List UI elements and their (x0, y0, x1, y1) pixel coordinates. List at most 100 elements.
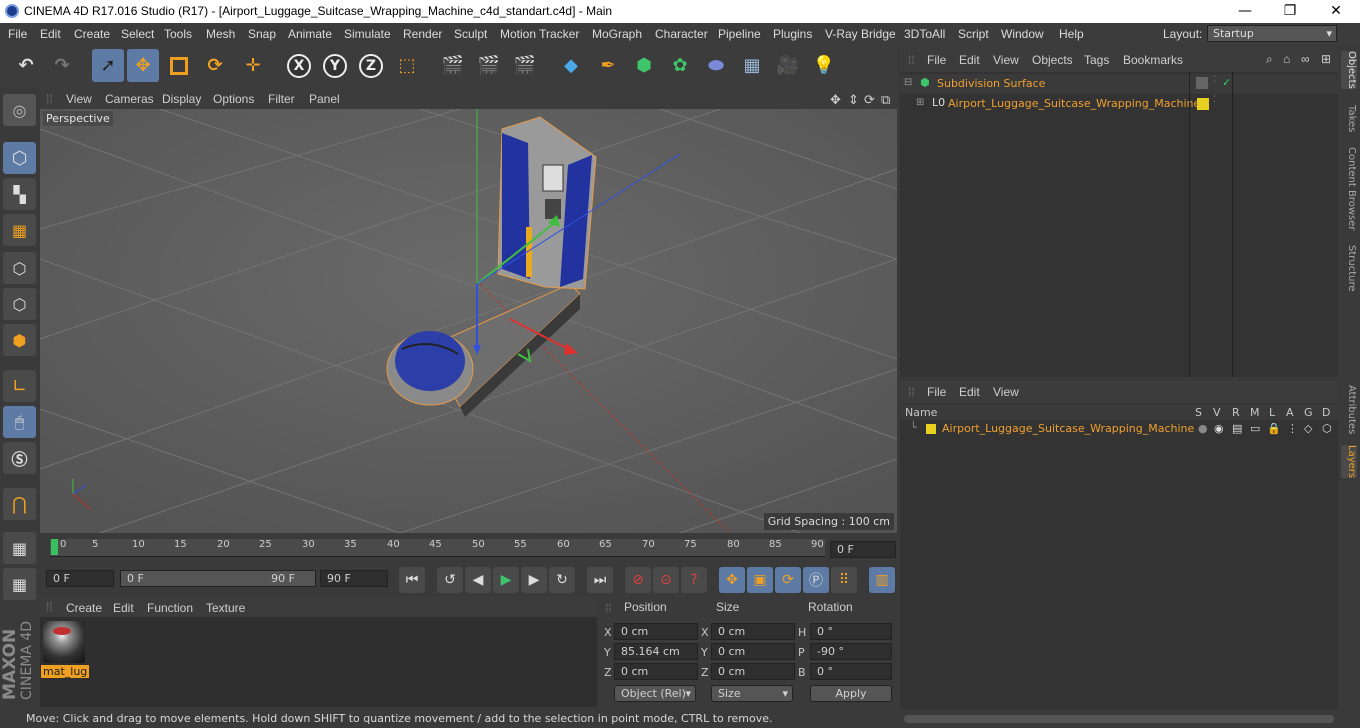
menu-animate[interactable]: Animate (288, 27, 332, 41)
viewport-maximize-icon[interactable]: ⧉ (881, 92, 890, 108)
menu-file[interactable]: File (8, 27, 27, 41)
layer-swatch[interactable] (1196, 77, 1208, 89)
viewport-menu-panel[interactable]: Panel (309, 92, 340, 106)
viewport-menu-view[interactable]: View (66, 92, 92, 106)
pen-spline-button[interactable]: ✒ (592, 49, 624, 82)
model-mode-button[interactable]: ⬡ (3, 142, 36, 174)
layer-color-swatch[interactable] (1197, 98, 1209, 110)
z-axis-lock-button[interactable]: Z (355, 49, 387, 82)
new-window-icon[interactable]: ⊞ (1321, 52, 1331, 66)
camera-button[interactable]: 🎥 (772, 49, 804, 82)
subdivision-surface-button[interactable]: ⬢ (628, 49, 660, 82)
viewport-menu-cameras[interactable]: Cameras (105, 92, 154, 106)
key-pla-button[interactable]: ⠿ (831, 567, 857, 593)
render-settings-button[interactable]: 🎬 (509, 49, 541, 82)
object-name-subdivision-surface[interactable]: Subdivision Surface (937, 77, 1045, 90)
viewport-camera-label[interactable]: Perspective (43, 111, 113, 126)
play-button[interactable]: ▶ (493, 567, 519, 593)
size-x-field[interactable]: 0 cm (711, 623, 795, 640)
render-clapper-icon[interactable]: ▤ (1232, 422, 1242, 435)
menu-vray-bridge[interactable]: V-Ray Bridge (825, 27, 896, 41)
edges-mode-button[interactable]: ⬡ (3, 288, 36, 320)
position-x-field[interactable]: 0 cm (614, 623, 698, 640)
points-mode-button[interactable]: ⬡ (3, 252, 36, 284)
rotation-p-field[interactable]: -90 ° (810, 643, 892, 660)
texture-mode-button[interactable]: ▚ (3, 178, 36, 210)
tab-structure[interactable]: Structure (1341, 245, 1357, 292)
menu-3dtoall[interactable]: 3DToAll (904, 27, 945, 41)
position-y-field[interactable]: 85.164 cm (614, 643, 698, 660)
cloner-button[interactable]: ✿ (664, 49, 696, 82)
layer-col-m[interactable]: M (1250, 406, 1260, 419)
menu-plugins[interactable]: Plugins (773, 27, 812, 41)
key-rotation-button[interactable]: ⟳ (775, 567, 801, 593)
search-icon[interactable]: ⌕ (1266, 52, 1273, 67)
go-to-end-button[interactable]: ⏭ (587, 567, 613, 593)
objects-menu-edit[interactable]: Edit (959, 53, 980, 67)
coordinate-mode-select[interactable]: Object (Rel) ▾ (614, 685, 696, 702)
tweak-mode-button[interactable]: 🖱 (3, 406, 36, 438)
objects-menu-bookmarks[interactable]: Bookmarks (1123, 53, 1183, 67)
menu-simulate[interactable]: Simulate (344, 27, 391, 41)
layer-color-swatch[interactable] (926, 424, 936, 434)
layer-col-g[interactable]: G (1304, 406, 1313, 419)
menu-mograph[interactable]: MoGraph (592, 27, 642, 41)
apply-button[interactable]: Apply (810, 685, 892, 702)
animation-icon[interactable]: ⋮ (1287, 422, 1298, 435)
menu-edit[interactable]: Edit (40, 27, 61, 41)
size-y-field[interactable]: 0 cm (711, 643, 795, 660)
layer-col-s[interactable]: S (1195, 406, 1202, 419)
current-frame-field[interactable]: 0 F (830, 541, 896, 558)
solo-icon[interactable]: ● (1198, 422, 1208, 435)
horizontal-scrollbar[interactable] (904, 715, 1334, 723)
rotation-h-field[interactable]: 0 ° (810, 623, 892, 640)
material-menu-function[interactable]: Function (147, 601, 193, 615)
tab-takes[interactable]: Takes (1341, 105, 1357, 132)
frame-range-slider[interactable]: 0 F 90 F (120, 570, 316, 587)
scale-tool-button[interactable] (163, 49, 195, 82)
menu-script[interactable]: Script (958, 27, 989, 41)
tab-content-browser[interactable]: Content Browser (1341, 147, 1357, 230)
coordinate-system-button[interactable]: ⬚ (391, 49, 423, 82)
layer-col-d[interactable]: D (1322, 406, 1330, 419)
end-frame-field[interactable]: 90 F (320, 570, 388, 587)
objects-menu-tags[interactable]: Tags (1084, 53, 1109, 67)
layers-menu-view[interactable]: View (993, 385, 1019, 399)
key-scale-button[interactable]: ▣ (747, 567, 773, 593)
deformer-button[interactable]: ⬬ (700, 49, 732, 82)
key-parameter-button[interactable]: Ⓟ (803, 567, 829, 593)
previous-key-button[interactable]: ↺ (437, 567, 463, 593)
link-icon[interactable]: ∞ (1301, 52, 1310, 66)
menu-motion-tracker[interactable]: Motion Tracker (500, 27, 579, 41)
tab-objects[interactable]: Objects (1341, 51, 1357, 89)
floor-button[interactable]: ▦ (736, 49, 768, 82)
layer-col-r[interactable]: R (1232, 406, 1240, 419)
viewport-menu-filter[interactable]: Filter (268, 92, 295, 106)
layer-col-a[interactable]: A (1286, 406, 1294, 419)
menu-window[interactable]: Window (1001, 27, 1044, 41)
render-picture-viewer-button[interactable]: 🎬 (473, 49, 505, 82)
menu-create[interactable]: Create (74, 27, 110, 41)
next-frame-button[interactable]: ▶ (521, 567, 547, 593)
rotate-tool-button[interactable]: ⟳ (199, 49, 231, 82)
menu-snap[interactable]: Snap (248, 27, 276, 41)
undo-button[interactable]: ↶ (10, 49, 42, 82)
cube-object-button[interactable]: ◆ (555, 49, 587, 82)
viewport-nav-move-icon[interactable]: ✥ (830, 92, 841, 108)
magnet-button[interactable]: ⋂ (3, 488, 36, 520)
move-tool-button[interactable]: ✥ (127, 49, 159, 82)
layers-menu-file[interactable]: File (927, 385, 946, 399)
material-menu-edit[interactable]: Edit (113, 601, 134, 615)
menu-help[interactable]: Help (1059, 27, 1084, 41)
rotation-b-field[interactable]: 0 ° (810, 663, 892, 680)
keyframe-selection-button[interactable]: ? (681, 567, 707, 593)
lock-icon[interactable]: 🔒 (1267, 422, 1281, 435)
axis-mode-button[interactable]: ∟ (3, 370, 36, 402)
menu-character[interactable]: Character (655, 27, 708, 41)
timeline-playhead[interactable] (51, 539, 58, 555)
position-z-field[interactable]: 0 cm (614, 663, 698, 680)
material-menu-create[interactable]: Create (66, 601, 102, 615)
workplane-mode-button[interactable]: ▦ (3, 214, 36, 246)
key-position-button[interactable]: ✥ (719, 567, 745, 593)
previous-frame-button[interactable]: ◀ (465, 567, 491, 593)
